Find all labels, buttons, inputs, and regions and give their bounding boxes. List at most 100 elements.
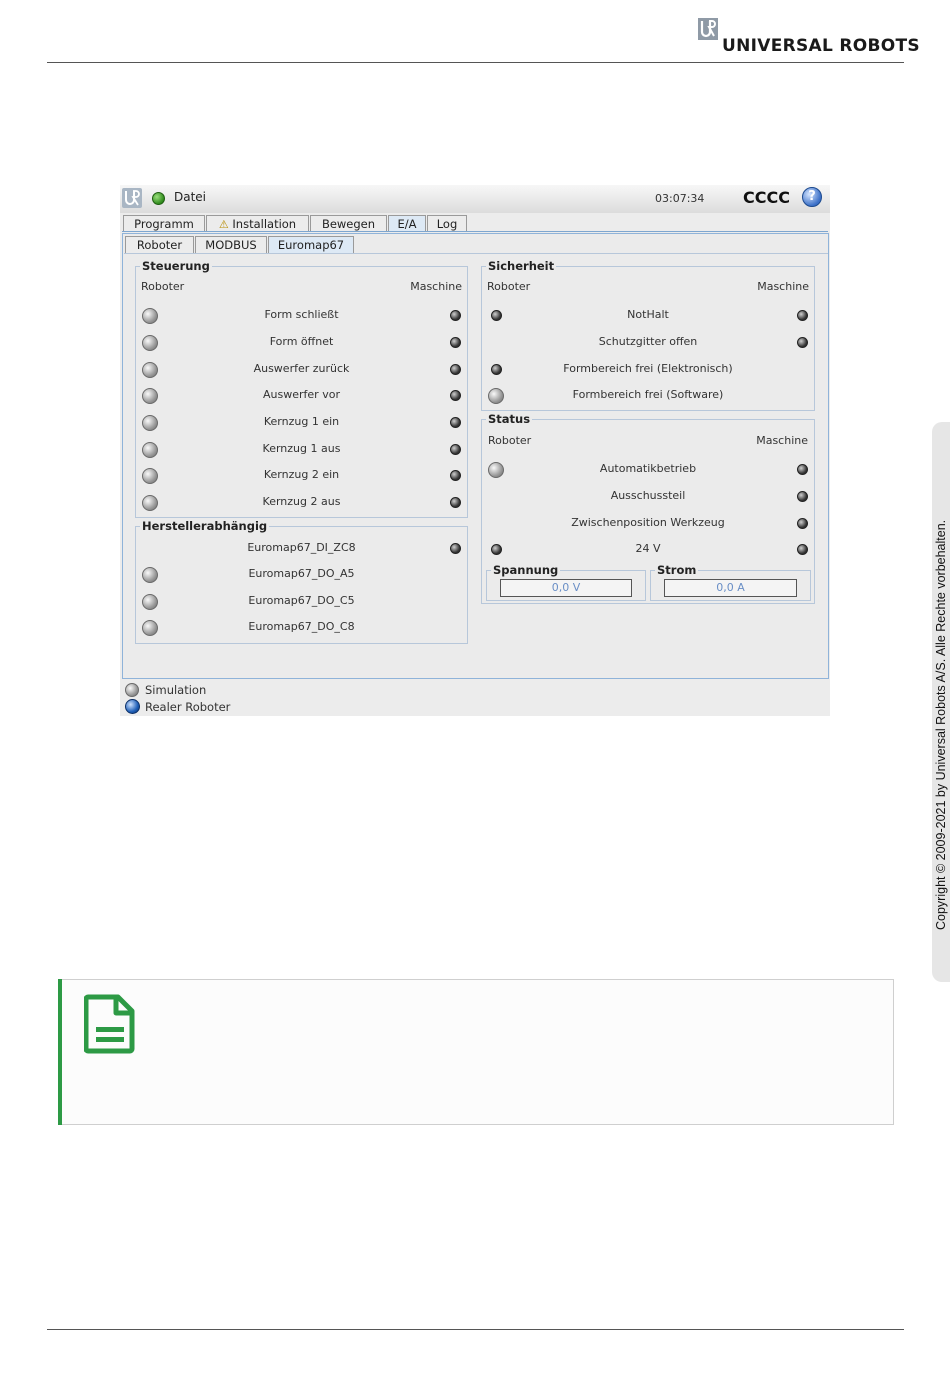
tab-log[interactable]: Log	[427, 215, 467, 232]
footer-divider	[47, 1329, 904, 1330]
input-led-icon	[450, 390, 461, 401]
brand-name: UNIVERSAL ROBOTS	[722, 36, 920, 56]
ur-logo-icon	[122, 188, 142, 208]
simulation-label: Simulation	[145, 683, 207, 697]
io-row: Euromap67_DO_A5	[136, 566, 467, 583]
io-row: 24 V	[482, 541, 814, 557]
io-label: Schutzgitter offen	[598, 335, 698, 348]
io-row: Formbereich frei (Elektronisch)	[482, 361, 814, 377]
input-led-icon	[450, 470, 461, 481]
simulation-radio[interactable]	[125, 683, 139, 697]
subtab-modbus[interactable]: MODBUS	[195, 236, 267, 253]
input-led-icon	[797, 464, 808, 475]
note-box	[58, 979, 894, 1125]
clock: 03:07:34	[655, 192, 705, 205]
io-row: Automatikbetrieb	[482, 461, 814, 478]
group-spannung: Spannung 0,0 V	[486, 563, 646, 601]
io-label: NotHalt	[627, 308, 669, 321]
io-label: Euromap67_DO_C8	[248, 620, 355, 633]
input-led-icon	[450, 310, 461, 321]
io-row: Euromap67_DI_ZC8	[136, 540, 467, 556]
io-label: Auswerfer vor	[263, 388, 340, 401]
tab-programm[interactable]: Programm	[123, 215, 205, 232]
tab-installation-label: Installation	[232, 217, 297, 231]
io-row: NotHalt	[482, 307, 814, 323]
io-row: Euromap67_DO_C8	[136, 619, 467, 636]
group-sicherheit-title: Sicherheit	[486, 259, 557, 273]
io-label: Auswerfer zurück	[253, 362, 350, 375]
io-row: Zwischenposition Werkzeug	[482, 515, 814, 531]
io-row: Kernzug 2 aus	[136, 494, 467, 511]
real-robot-radio[interactable]	[125, 699, 140, 714]
input-led-icon	[797, 310, 808, 321]
ur-logo-icon	[698, 18, 718, 40]
io-row: Kernzug 2 ein	[136, 467, 467, 484]
brand-logo: UNIVERSAL ROBOTS	[698, 18, 920, 58]
io-row: Form öffnet	[136, 334, 467, 351]
status-green-icon	[152, 192, 165, 205]
tab-installation[interactable]: ⚠ Installation	[206, 215, 309, 232]
col-maschine: Maschine	[410, 280, 462, 293]
io-label: Form schließt	[264, 308, 339, 321]
col-roboter: Roboter	[487, 280, 531, 293]
real-robot-label: Realer Roboter	[145, 700, 231, 714]
copyright-text: Copyright © 2009-2021 by Universal Robot…	[934, 519, 948, 930]
group-strom: Strom 0,0 A	[650, 563, 811, 601]
input-led-icon	[450, 444, 461, 455]
tab-ea[interactable]: E/A	[388, 215, 426, 232]
io-label: Ausschussteil	[610, 489, 686, 502]
polyscope-screenshot: Datei 03:07:34 CCCC ? Programm ⚠ Install…	[120, 185, 830, 716]
input-led-icon	[450, 364, 461, 375]
group-status-title: Status	[486, 412, 533, 426]
group-steuerung-title: Steuerung	[140, 259, 212, 273]
subtab-roboter[interactable]: Roboter	[125, 236, 194, 253]
input-led-icon	[797, 491, 808, 502]
group-hersteller: Herstellerabhängig Euromap67_DI_ZC8 Euro…	[135, 519, 468, 644]
note-accent-bar	[58, 979, 62, 1125]
col-maschine: Maschine	[756, 434, 808, 447]
group-steuerung: Steuerung Roboter Maschine Form schließt…	[135, 259, 468, 518]
warning-icon: ⚠	[218, 218, 229, 231]
io-row: Ausschussteil	[482, 488, 814, 504]
io-row: Auswerfer zurück	[136, 361, 467, 378]
strom-value: 0,0 A	[664, 579, 797, 597]
subtab-euromap67[interactable]: Euromap67	[268, 236, 354, 253]
col-roboter: Roboter	[488, 434, 532, 447]
io-label: Euromap67_DO_A5	[248, 567, 355, 580]
spannung-title: Spannung	[491, 563, 561, 577]
group-sicherheit: Sicherheit Roboter Maschine NotHalt Schu…	[481, 259, 815, 411]
strom-title: Strom	[655, 563, 699, 577]
menu-datei[interactable]: Datei	[174, 190, 206, 204]
io-row: Auswerfer vor	[136, 387, 467, 404]
input-led-icon	[450, 417, 461, 428]
io-row: Schutzgitter offen	[482, 334, 814, 350]
input-led-icon	[797, 337, 808, 348]
input-led-icon	[797, 544, 808, 555]
input-led-icon	[450, 543, 461, 554]
io-row: Formbereich frei (Software)	[482, 387, 814, 404]
document-note-icon	[84, 994, 135, 1054]
input-led-icon	[797, 518, 808, 529]
robot-name: CCCC	[743, 188, 790, 207]
tab-bewegen[interactable]: Bewegen	[310, 215, 387, 232]
group-hersteller-title: Herstellerabhängig	[140, 519, 270, 533]
input-led-icon	[450, 337, 461, 348]
header-divider	[47, 62, 904, 63]
help-icon[interactable]: ?	[802, 187, 822, 207]
io-label: Euromap67_DO_C5	[248, 594, 355, 607]
input-led-icon	[450, 497, 461, 508]
group-status: Status Roboter Maschine Automatikbetrieb…	[481, 412, 815, 604]
io-label: Kernzug 1 ein	[263, 415, 340, 428]
col-maschine: Maschine	[757, 280, 809, 293]
io-label: Euromap67_DI_ZC8	[247, 541, 356, 554]
io-label: Automatikbetrieb	[599, 462, 697, 475]
io-label: Kernzug 2 ein	[263, 468, 340, 481]
io-label: Zwischenposition Werkzeug	[571, 516, 725, 529]
io-label: 24 V	[635, 542, 661, 555]
io-row: Form schließt	[136, 307, 467, 324]
io-label: Kernzug 2 aus	[262, 495, 341, 508]
title-bar: Datei 03:07:34 CCCC ?	[120, 185, 830, 213]
io-row: Kernzug 1 aus	[136, 441, 467, 458]
col-roboter: Roboter	[141, 280, 185, 293]
subtab-underline	[124, 253, 828, 254]
